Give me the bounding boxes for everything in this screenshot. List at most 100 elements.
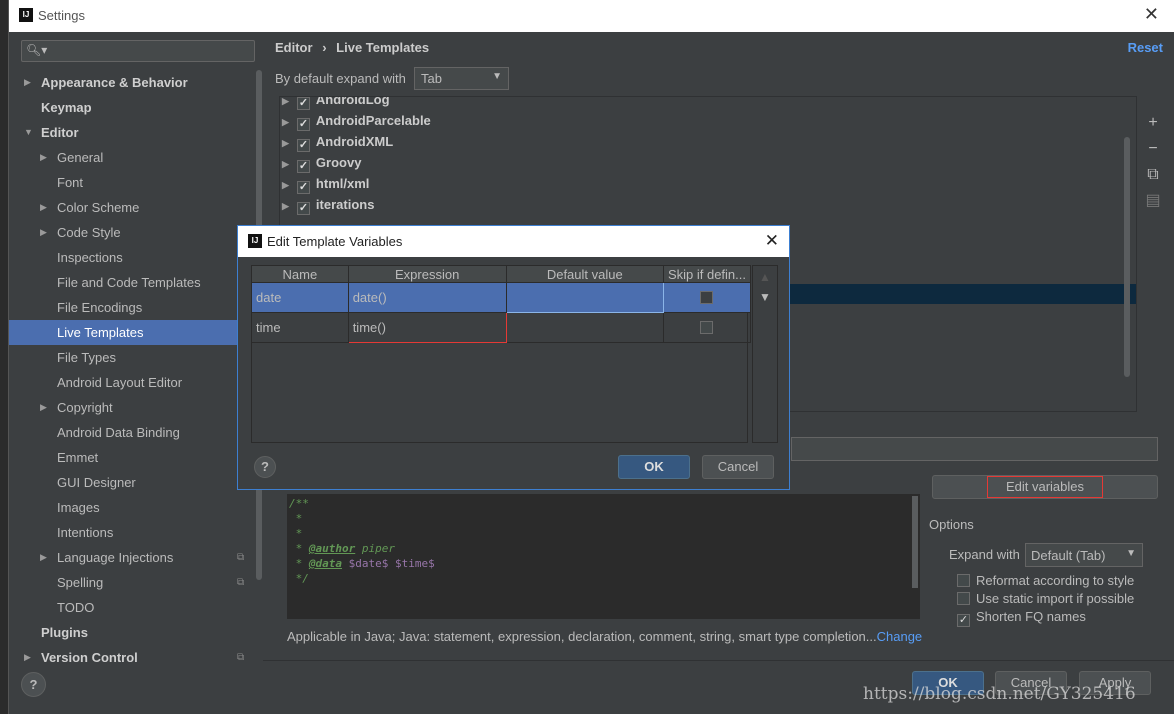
code-line: * (289, 512, 303, 525)
column-header-skip-if-defined[interactable]: Skip if defin... (662, 265, 752, 283)
sidebar-item[interactable]: ▶ Appearance & Behavior (9, 70, 239, 95)
sidebar-item[interactable]: ▶ Code Style (9, 220, 239, 245)
table-row[interactable]: date date() (251, 282, 752, 313)
sidebar-item[interactable]: Emmet (9, 445, 239, 470)
chevron-right-icon[interactable]: ▶ (282, 201, 289, 211)
chevron-right-icon[interactable]: ▶ (282, 117, 289, 127)
column-header-expression[interactable]: Expression (347, 265, 507, 283)
chevron-right-icon[interactable]: ▶ (40, 220, 47, 245)
sidebar-item[interactable]: Intentions (9, 520, 239, 545)
sidebar-item[interactable]: Inspections (9, 245, 239, 270)
chevron-right-icon[interactable]: ▶ (40, 195, 47, 220)
dialog-help-button[interactable]: ? (254, 456, 276, 478)
sidebar-item[interactable]: TODO (9, 595, 239, 620)
sidebar-item[interactable]: ▶ Copyright (9, 395, 239, 420)
skip-checkbox[interactable] (700, 291, 714, 304)
group-checkbox[interactable]: ✓ (296, 181, 310, 194)
change-contexts-link[interactable]: Change (877, 629, 923, 644)
sidebar-item[interactable]: Images (9, 495, 239, 520)
sidebar-item[interactable]: File Encodings (9, 295, 239, 320)
table-row[interactable]: time time() (251, 312, 752, 343)
cell-expression[interactable]: time() (347, 312, 507, 343)
template-group[interactable]: ▶ ✓ AndroidParcelable (282, 110, 431, 131)
checkbox[interactable] (957, 574, 970, 587)
chevron-right-icon[interactable]: ▶ (40, 145, 47, 170)
add-icon[interactable]: + (1143, 110, 1163, 136)
project-scope-icon: ⧉ (237, 552, 245, 563)
cell-skip[interactable] (662, 312, 752, 343)
breadcrumb-current: Live Templates (336, 40, 430, 55)
option-checkbox[interactable]: ✓ Shorten FQ names (957, 609, 1134, 627)
template-group[interactable]: ▶ ✓ AndroidXML (282, 131, 393, 152)
option-checkbox[interactable]: Use static import if possible (957, 591, 1134, 609)
cell-default-value[interactable] (505, 312, 664, 343)
checkbox[interactable]: ✓ (957, 614, 970, 627)
template-group[interactable]: ▶ ✓ html/xml (282, 173, 369, 194)
remove-icon[interactable]: − (1143, 136, 1163, 162)
templates-scrollbar[interactable] (1124, 137, 1130, 377)
sidebar-item[interactable]: Spelling ⧉ (9, 570, 244, 595)
dialog-cancel-button[interactable]: Cancel (702, 455, 774, 479)
expand-default-select[interactable]: Tab ▼ (414, 67, 509, 90)
chevron-down-icon[interactable]: ▼ (24, 120, 33, 145)
close-icon[interactable]: ✕ (1144, 4, 1159, 25)
chevron-right-icon[interactable]: ▶ (24, 70, 31, 95)
help-button[interactable]: ? (21, 672, 46, 697)
reset-link[interactable]: Reset (1128, 40, 1163, 55)
move-up-icon[interactable]: ▲ (753, 270, 777, 284)
group-icon[interactable]: ▤ (1143, 188, 1163, 214)
sidebar-item[interactable]: Font (9, 170, 239, 195)
cell-expression[interactable]: date() (347, 282, 507, 313)
sidebar-item[interactable]: ▶ General (9, 145, 239, 170)
template-group[interactable]: ▶ ✓ iterations (282, 194, 374, 215)
sidebar-item[interactable]: GUI Designer (9, 470, 239, 495)
edit-variables-button[interactable]: Edit variables (932, 475, 1158, 499)
expand-with-select[interactable]: Default (Tab) ▼ (1025, 543, 1143, 567)
chevron-right-icon[interactable]: ▶ (40, 545, 47, 570)
description-input[interactable] (791, 437, 1158, 461)
watermark: https://blog.csdn.net/GY325416 (863, 684, 1136, 704)
chevron-right-icon[interactable]: ▶ (282, 138, 289, 148)
settings-search-input[interactable]: 🔍︎▾ (21, 40, 255, 62)
checkbox-label: Use static import if possible (976, 591, 1135, 606)
chevron-right-icon[interactable]: ▶ (282, 97, 289, 106)
checkbox[interactable] (957, 592, 970, 605)
chevron-right-icon[interactable]: ▶ (282, 180, 289, 190)
sidebar-item[interactable]: ▶ Color Scheme (9, 195, 239, 220)
group-checkbox[interactable]: ✓ (296, 139, 310, 152)
skip-checkbox[interactable] (700, 321, 714, 334)
dialog-ok-button[interactable]: OK (618, 455, 690, 479)
sidebar-item[interactable]: Plugins (9, 620, 239, 645)
sidebar-item[interactable]: Android Layout Editor (9, 370, 239, 395)
option-checkbox[interactable]: Reformat according to style (957, 573, 1134, 591)
column-header-name[interactable]: Name (251, 265, 349, 283)
sidebar-item[interactable]: Keymap (9, 95, 239, 120)
sidebar-item[interactable]: ▼ Editor (9, 120, 239, 145)
sidebar-item[interactable]: File and Code Templates (9, 270, 239, 295)
code-variables: $date$ $time$ (342, 557, 435, 570)
template-group[interactable]: ▶ ✓ AndroidLog (282, 97, 390, 110)
sidebar-item[interactable]: ▶ Language Injections ⧉ (9, 545, 244, 570)
group-checkbox[interactable]: ✓ (296, 202, 310, 215)
group-checkbox[interactable]: ✓ (296, 97, 310, 110)
sidebar-item[interactable]: File Types (9, 345, 239, 370)
cell-name[interactable]: date (251, 282, 349, 313)
group-checkbox[interactable]: ✓ (296, 118, 310, 131)
column-header-default-value[interactable]: Default value (505, 265, 664, 283)
editor-scrollbar[interactable] (912, 496, 918, 588)
cell-skip[interactable] (662, 282, 752, 313)
template-text-editor[interactable]: /** * * * @author piper * @data $date$ $… (287, 494, 920, 619)
close-icon[interactable]: ✕ (765, 231, 779, 251)
move-down-icon[interactable]: ▼ (753, 290, 777, 304)
sidebar-item[interactable]: Live Templates (9, 320, 239, 345)
chevron-right-icon[interactable]: ▶ (40, 395, 47, 420)
sidebar-item[interactable]: Android Data Binding (9, 420, 239, 445)
sidebar-item[interactable]: ▶ Version Control ⧉ (9, 645, 244, 662)
chevron-right-icon[interactable]: ▶ (282, 159, 289, 169)
cell-name[interactable]: time (251, 312, 349, 343)
group-checkbox[interactable]: ✓ (296, 160, 310, 173)
copy-icon[interactable]: ⧉ (1143, 162, 1163, 188)
chevron-right-icon[interactable]: ▶ (24, 645, 31, 662)
cell-default-value[interactable] (505, 282, 664, 313)
template-group[interactable]: ▶ ✓ Groovy (282, 152, 361, 173)
